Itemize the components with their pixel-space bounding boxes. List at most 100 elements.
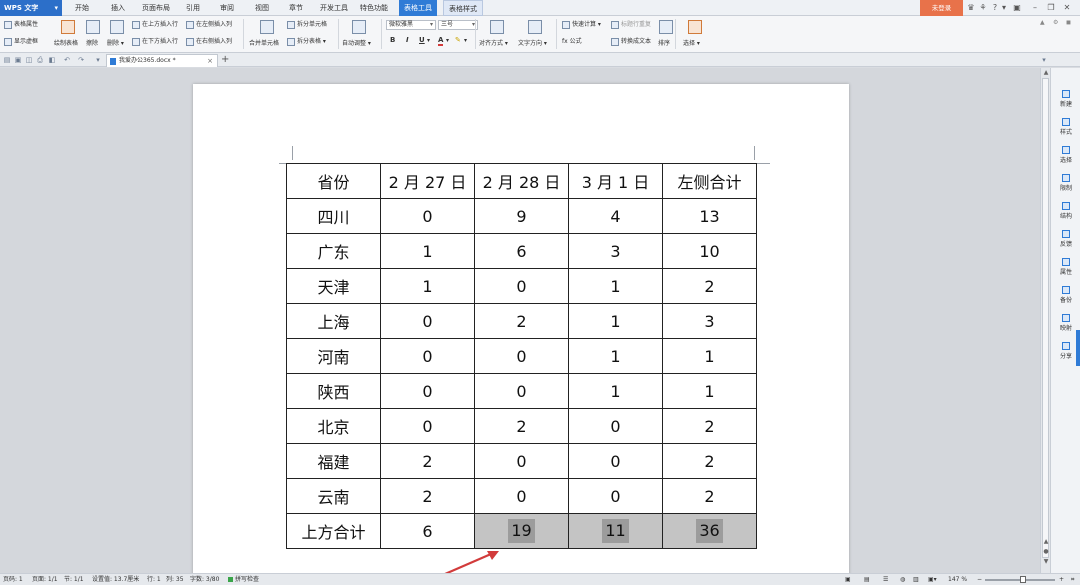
split-table-button[interactable]: 拆分表格 ▾ <box>287 36 326 46</box>
table-cell[interactable]: 1 <box>568 338 663 374</box>
insert-column-right-button[interactable]: 在右侧插入列 <box>186 36 232 46</box>
fit-page-icon[interactable]: ⌗ <box>1071 574 1074 585</box>
menu-tab-8[interactable]: 特色功能 <box>360 0 388 16</box>
font-color-button[interactable]: A <box>438 36 444 46</box>
vertical-scrollbar[interactable]: ▲ ▲ ● ▼ <box>1040 68 1050 573</box>
restore-window-icon[interactable]: ▣ <box>1012 2 1022 14</box>
formula-button[interactable]: fx 公式 <box>562 36 582 45</box>
print-icon[interactable]: ⎙ <box>36 56 44 64</box>
table-cell[interactable]: 广东 <box>286 233 381 269</box>
table-cell[interactable]: 10 <box>662 233 757 269</box>
chevron-down-icon[interactable]: ▾ <box>464 37 467 44</box>
font-size-select[interactable]: 三号 ▾ <box>438 20 478 30</box>
italic-button[interactable]: I <box>406 36 409 44</box>
minimize-icon[interactable]: – <box>1030 2 1040 14</box>
table-cell[interactable]: 2 <box>474 408 569 444</box>
layout-dropdown-icon[interactable]: ▣▾ <box>928 574 937 585</box>
bold-button[interactable]: B <box>390 36 395 44</box>
convert-to-text-button[interactable]: 转换成文本 <box>611 36 651 46</box>
task-pane-item-7[interactable]: 备份 <box>1051 286 1080 304</box>
table-cell[interactable]: 陕西 <box>286 373 381 409</box>
table-cell[interactable]: 0 <box>380 303 475 339</box>
zoom-slider-handle[interactable] <box>1020 576 1026 583</box>
erase-button[interactable]: 擦除 <box>86 38 98 47</box>
tab-list-icon[interactable]: ▾ <box>1040 56 1048 64</box>
table-cell[interactable]: 2 <box>662 478 757 514</box>
open-folder-icon[interactable]: ▤ <box>3 56 11 64</box>
underline-button[interactable]: U <box>419 36 425 44</box>
table-header-cell[interactable]: 2 月 27 日 <box>380 163 475 199</box>
table-cell[interactable]: 四川 <box>286 198 381 234</box>
menu-tab-3[interactable]: 引用 <box>186 0 200 16</box>
reading-view-icon[interactable]: ▥ <box>913 574 919 585</box>
scroll-up-icon[interactable]: ▲ <box>1042 69 1050 76</box>
table-cell[interactable]: 13 <box>662 198 757 234</box>
menu-tab-5[interactable]: 视图 <box>255 0 269 16</box>
login-button[interactable]: 未登录 <box>920 0 963 16</box>
task-pane-expand-tab[interactable] <box>1076 330 1080 366</box>
web-view-icon[interactable]: ◍ <box>900 574 905 585</box>
table-cell[interactable]: 0 <box>380 338 475 374</box>
font-name-select[interactable]: 微软雅黑 ▾ <box>386 20 436 30</box>
table-cell[interactable]: 1 <box>380 233 475 269</box>
menu-tab-7[interactable]: 开发工具 <box>320 0 348 16</box>
table-cell[interactable]: 0 <box>474 268 569 304</box>
wps-app-menu-button[interactable]: WPS 文字 ▾ <box>0 0 62 16</box>
table-cell[interactable]: 天津 <box>286 268 381 304</box>
table-cell[interactable]: 0 <box>380 373 475 409</box>
export-pdf-icon[interactable]: ◧ <box>48 56 56 64</box>
menu-tab-9[interactable]: 表格工具 <box>399 0 437 16</box>
table-cell[interactable]: 1 <box>568 303 663 339</box>
table-cell[interactable]: 0 <box>380 198 475 234</box>
repeat-header-button[interactable]: 标题行重复 <box>611 19 651 29</box>
spell-check-toggle[interactable]: 拼写检查 <box>228 574 259 585</box>
scrollbar-thumb[interactable] <box>1042 78 1049 558</box>
table-header-cell[interactable]: 左侧合计 <box>662 163 757 199</box>
table-cell[interactable]: 2 <box>474 303 569 339</box>
task-pane-item-2[interactable]: 选择 <box>1051 146 1080 164</box>
selected-total-cell[interactable]: 36 <box>662 513 757 549</box>
maximize-icon[interactable]: ❐ <box>1046 2 1056 14</box>
print-preview-icon[interactable]: ◫ <box>25 56 33 64</box>
zoom-level[interactable]: 147 % <box>948 574 967 585</box>
quick-calc-button[interactable]: 快速计算 ▾ <box>562 19 601 29</box>
autofit-button[interactable]: 自动调整 ▾ <box>342 38 371 47</box>
table-cell[interactable]: 0 <box>474 373 569 409</box>
document-page[interactable]: 省份 2 月 27 日2 月 28 日3 月 1 日左侧合计 四川 0 9 4 13 广东 1 6… <box>193 84 849 584</box>
page-view-icon[interactable]: ▤ <box>864 574 870 585</box>
table-cell[interactable]: 0 <box>474 478 569 514</box>
table-header-cell[interactable]: 2 月 28 日 <box>474 163 569 199</box>
ribbon-collapse-icon[interactable]: ▲ <box>1040 19 1045 26</box>
split-cells-button[interactable]: 拆分单元格 <box>287 19 327 29</box>
selected-total-cell[interactable]: 11 <box>568 513 663 549</box>
task-pane-item-5[interactable]: 反馈 <box>1051 230 1080 248</box>
close-icon[interactable]: ✕ <box>1062 2 1072 14</box>
merge-cells-button[interactable]: 合并单元格 <box>249 38 279 47</box>
table-properties-button[interactable]: 表格属性 <box>4 19 38 29</box>
table-cell[interactable]: 0 <box>474 443 569 479</box>
menu-tab-4[interactable]: 审阅 <box>220 0 234 16</box>
close-tab-icon[interactable]: × <box>207 55 213 67</box>
menu-tab-0[interactable]: 开始 <box>75 0 89 16</box>
outline-view-icon[interactable]: ☰ <box>883 574 888 585</box>
share-icon[interactable]: ⚘ <box>978 2 988 14</box>
table-cell[interactable]: 6 <box>474 233 569 269</box>
table-cell[interactable]: 2 <box>380 443 475 479</box>
table-cell[interactable]: 2 <box>662 268 757 304</box>
table-cell[interactable]: 河南 <box>286 338 381 374</box>
show-gridlines-button[interactable]: 显示虚框 <box>4 36 38 46</box>
table-cell[interactable]: 1 <box>662 373 757 409</box>
menu-tab-10[interactable]: 表格样式 <box>443 0 483 16</box>
insert-row-above-button[interactable]: 在上方插入行 <box>132 19 178 29</box>
sort-button[interactable]: 排序 <box>658 38 670 47</box>
task-pane-item-4[interactable]: 结构 <box>1051 202 1080 220</box>
insert-column-left-button[interactable]: 在左侧插入列 <box>186 19 232 29</box>
zoom-in-button[interactable]: + <box>1059 574 1064 585</box>
zoom-out-button[interactable]: − <box>977 574 982 585</box>
task-pane-item-6[interactable]: 属性 <box>1051 258 1080 276</box>
task-pane-item-3[interactable]: 限制 <box>1051 174 1080 192</box>
table-cell[interactable]: 6 <box>380 513 475 549</box>
select-browse-icon[interactable]: ● <box>1042 548 1050 555</box>
table-cell[interactable]: 福建 <box>286 443 381 479</box>
menu-tab-1[interactable]: 插入 <box>111 0 125 16</box>
